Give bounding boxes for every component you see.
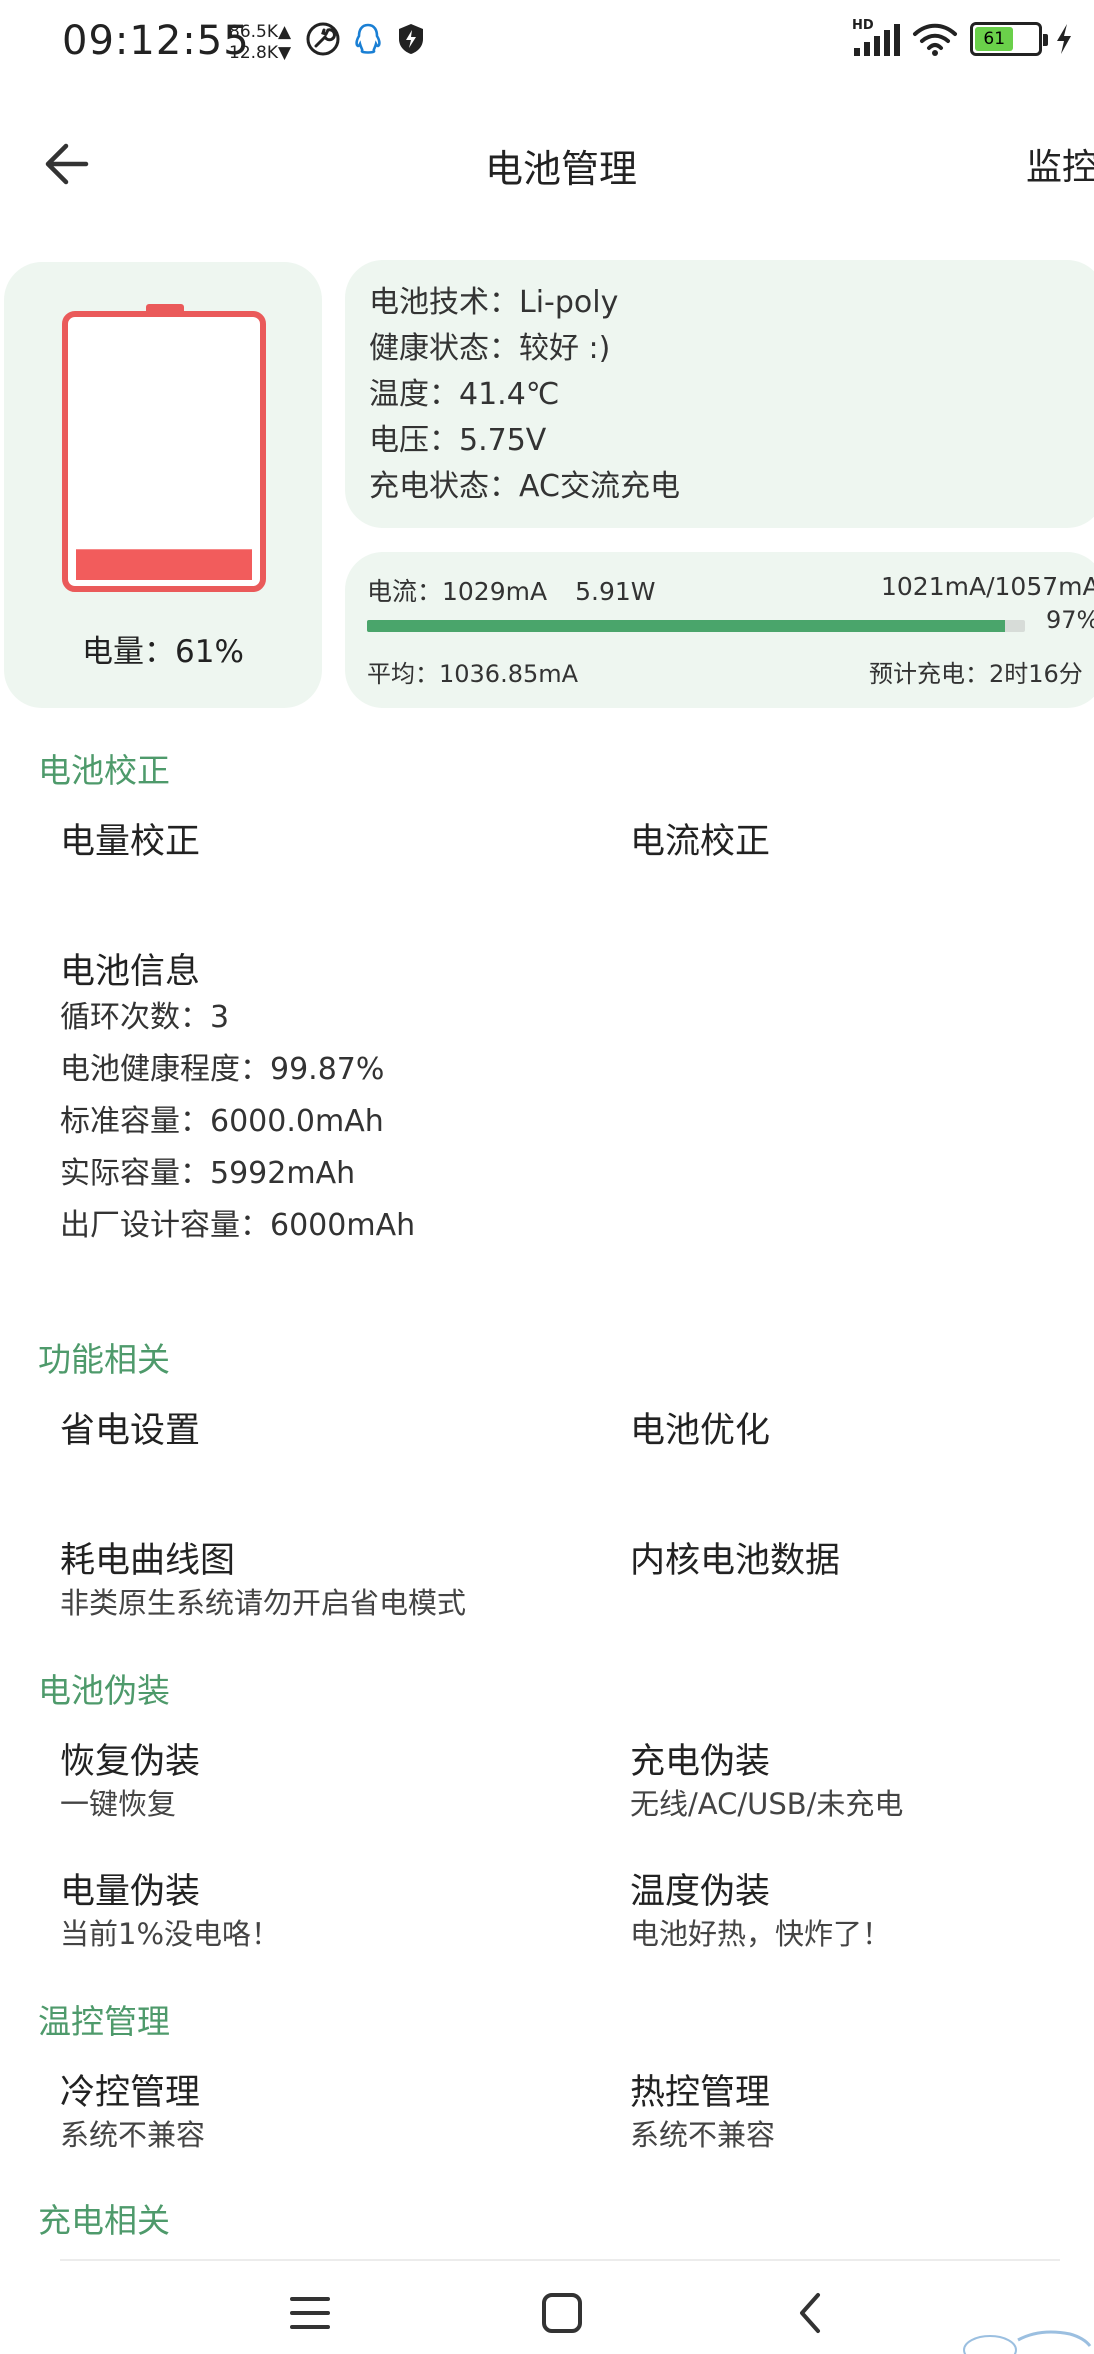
temperature-disguise[interactable]: 温度伪装 xyxy=(630,1863,770,1914)
battery-graphic-icon xyxy=(62,304,266,592)
restore-disguise[interactable]: 恢复伪装 xyxy=(60,1733,200,1784)
current-percent: 97% xyxy=(1046,606,1094,634)
battery-technology: 电池技术：Li-poly xyxy=(369,285,619,320)
current-value: 电流：1029mA xyxy=(367,577,548,606)
standard-capacity: 标准容量：6000.0mAh xyxy=(60,1104,384,1139)
current-card: 电流：1029mA 5.91W 1021mA/1057mA 97% 平均：1036… xyxy=(345,552,1094,708)
navigation-bar xyxy=(0,2265,1094,2354)
power-curve-chart[interactable]: 耗电曲线图 xyxy=(60,1532,235,1583)
battery-health: 电池健康程度：99.87% xyxy=(60,1052,385,1087)
thermal-control[interactable]: 热控管理 xyxy=(630,2064,770,2115)
speed-up: 86.5K▲ xyxy=(229,22,292,42)
current-calibration[interactable]: 电流校正 xyxy=(630,813,770,864)
section-charging-title: 充电相关 xyxy=(38,2201,170,2240)
current-readout: 电流：1029mA 5.91W xyxy=(367,572,655,608)
section-thermal-title: 温控管理 xyxy=(38,2002,170,2041)
actual-capacity: 实际容量：5992mAh xyxy=(60,1156,356,1191)
status-bar: 09:12:55 86.5K▲ 12.8K▼ HD 61 xyxy=(0,0,1094,90)
section-calibration-title: 电池校正 xyxy=(38,751,170,790)
level-disguise[interactable]: 电量伪装 xyxy=(60,1863,200,1914)
battery-optimization[interactable]: 电池优化 xyxy=(630,1402,770,1453)
charging-status: 充电状态：AC交流充电 xyxy=(369,469,680,504)
app-header: 电池管理 监控 xyxy=(0,120,1094,204)
battery-level-card: 电量：61% xyxy=(4,262,322,708)
level-disguise-subtitle: 当前1%没电咯！ xyxy=(60,1917,281,1951)
thermal-control-subtitle: 系统不兼容 xyxy=(630,2118,776,2152)
charge-eta: 预计充电：2时16分 xyxy=(869,660,1083,688)
battery-level-label: 电量：61% xyxy=(82,634,244,670)
voltage: 电压：5.75V xyxy=(369,423,547,458)
charging-bolt-icon xyxy=(1057,24,1071,54)
network-speed: 86.5K▲ 12.8K▼ xyxy=(229,22,291,64)
signal-icon: HD xyxy=(852,18,900,56)
temperature-disguise-subtitle: 电池好热，快炸了！ xyxy=(630,1917,892,1951)
current-progress-bar xyxy=(367,620,1025,632)
restore-disguise-subtitle: 一键恢复 xyxy=(60,1787,177,1821)
kernel-battery-data[interactable]: 内核电池数据 xyxy=(630,1532,840,1583)
charging-disguise-subtitle: 无线/AC/USB/未充电 xyxy=(630,1787,904,1821)
monitor-button[interactable]: 监控 xyxy=(1026,138,1094,190)
section-disguise-title: 电池伪装 xyxy=(38,1671,170,1710)
health-status: 健康状态：较好 :) xyxy=(369,331,611,366)
design-capacity: 出厂设计容量：6000mAh xyxy=(60,1208,416,1243)
section-features-title: 功能相关 xyxy=(38,1340,170,1379)
status-time: 09:12:55 xyxy=(62,18,250,64)
average-current: 平均：1036.85mA xyxy=(367,660,579,688)
power-saving-settings[interactable]: 省电设置 xyxy=(60,1402,200,1453)
battery-info-title[interactable]: 电池信息 xyxy=(60,943,200,994)
speed-down: 12.8K▼ xyxy=(229,43,292,63)
power-curve-note: 非类原生系统请勿开启省电模式 xyxy=(60,1586,467,1620)
shield-bolt-icon xyxy=(399,24,423,54)
watermark-logo-icon xyxy=(963,2330,1092,2354)
battery-level-calibration[interactable]: 电量校正 xyxy=(60,813,200,864)
current-progress-fill xyxy=(367,620,1006,632)
power-value: 5.91W xyxy=(575,577,656,606)
wifi-icon xyxy=(913,23,957,56)
divider xyxy=(60,2259,1060,2261)
charging-disguise[interactable]: 充电伪装 xyxy=(630,1733,770,1784)
wrench-icon xyxy=(306,22,340,56)
current-range: 1021mA/1057mA xyxy=(881,572,1094,601)
status-icons-right: HD 61 xyxy=(852,18,1074,56)
battery-status-card: 电池技术：Li-poly 健康状态：较好 :) 温度：41.4℃ 电压：5.75… xyxy=(345,260,1094,528)
battery-level-indicator: 61 xyxy=(975,27,1014,51)
battery-icon: 61 xyxy=(970,22,1048,56)
qq-icon xyxy=(355,23,381,54)
battery-fill xyxy=(76,549,252,580)
cold-control[interactable]: 冷控管理 xyxy=(60,2064,200,2115)
home-icon[interactable] xyxy=(532,2285,592,2341)
temperature: 温度：41.4℃ xyxy=(369,377,560,412)
cold-control-subtitle: 系统不兼容 xyxy=(60,2118,206,2152)
cycle-count: 循环次数：3 xyxy=(60,1000,230,1035)
back-icon[interactable] xyxy=(780,2285,840,2341)
menu-icon[interactable] xyxy=(280,2285,340,2341)
page-title: 电池管理 xyxy=(484,147,637,191)
status-icons-left xyxy=(306,22,426,56)
